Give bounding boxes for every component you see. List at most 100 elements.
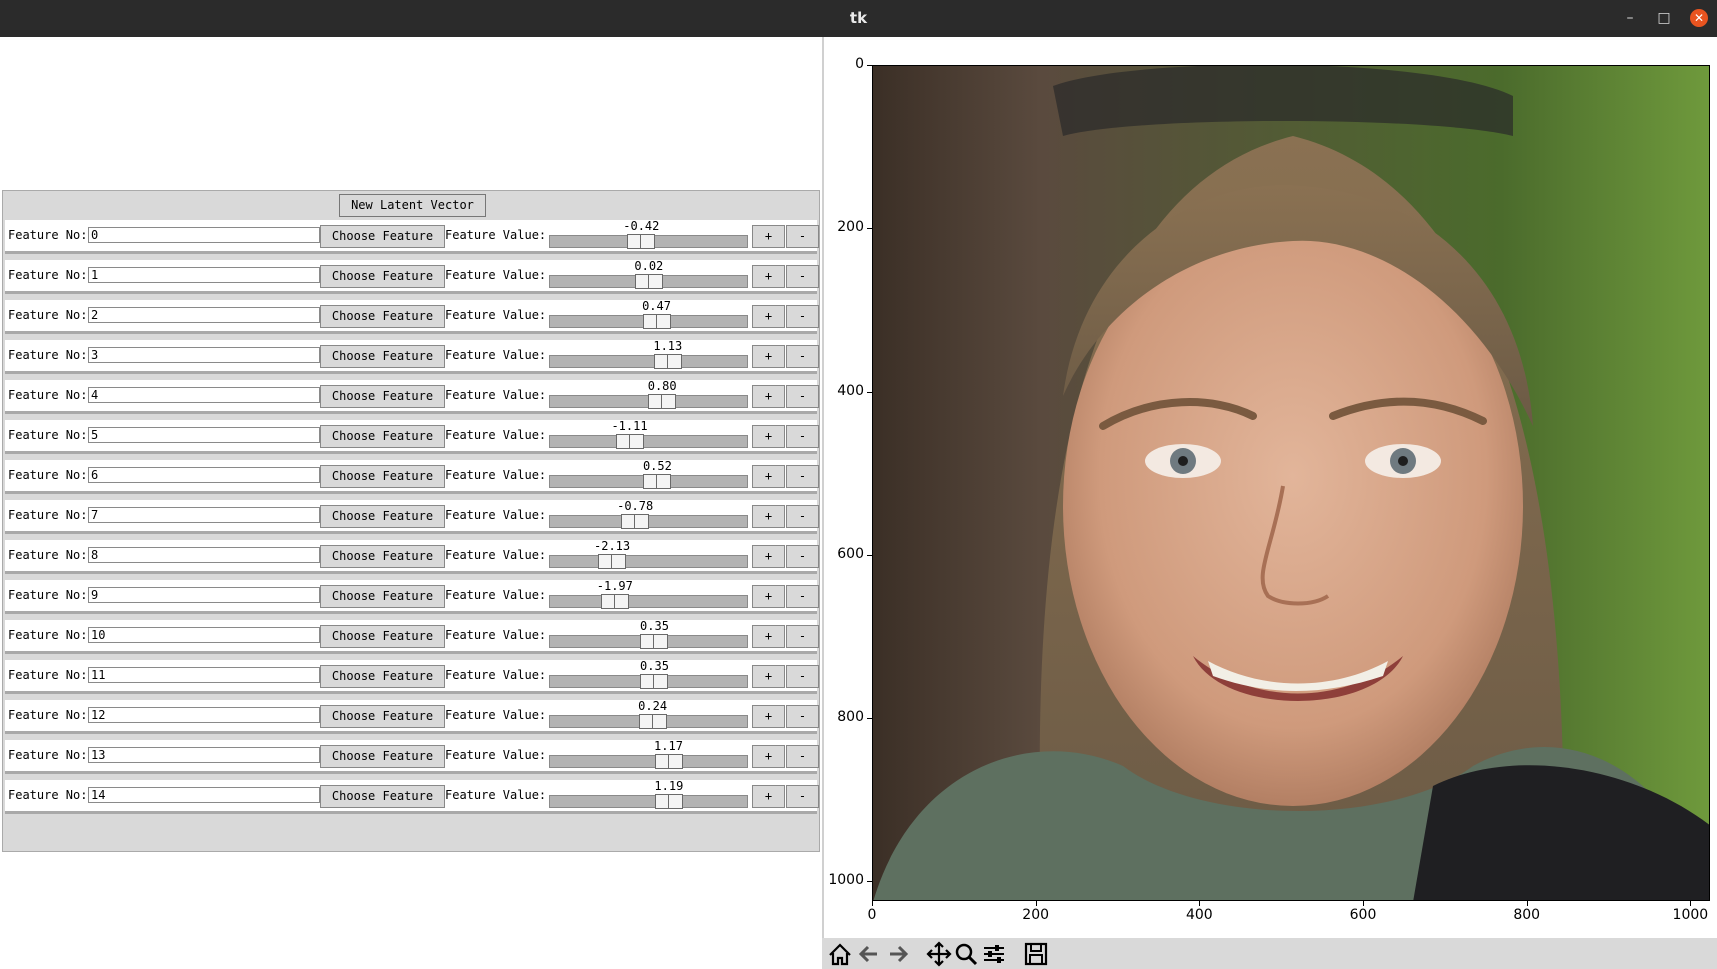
feature-value-scale[interactable]: 1.19 — [548, 780, 752, 811]
increment-button[interactable]: + — [752, 745, 785, 768]
increment-button[interactable]: + — [752, 625, 785, 648]
scale-trough[interactable] — [549, 555, 748, 568]
feature-value-scale[interactable]: 0.47 — [548, 300, 752, 331]
choose-feature-button[interactable]: Choose Feature — [320, 265, 445, 288]
feature-no-input[interactable]: 0 — [88, 227, 320, 243]
feature-no-input[interactable]: 10 — [88, 627, 320, 643]
increment-button[interactable]: + — [752, 425, 785, 448]
scale-trough[interactable] — [549, 595, 748, 608]
scale-slider-handle[interactable] — [640, 634, 669, 649]
scale-slider-handle[interactable] — [621, 514, 650, 529]
decrement-button[interactable]: - — [786, 385, 819, 408]
plot-axes[interactable] — [872, 65, 1710, 901]
decrement-button[interactable]: - — [786, 665, 819, 688]
scale-slider-handle[interactable] — [638, 714, 667, 729]
increment-button[interactable]: + — [752, 665, 785, 688]
decrement-button[interactable]: - — [786, 265, 819, 288]
choose-feature-button[interactable]: Choose Feature — [320, 425, 445, 448]
feature-value-scale[interactable]: 1.17 — [548, 740, 752, 771]
scale-slider-handle[interactable] — [648, 394, 677, 409]
choose-feature-button[interactable]: Choose Feature — [320, 225, 445, 248]
configure-subplots-icon[interactable] — [980, 940, 1008, 968]
scale-slider-handle[interactable] — [600, 594, 629, 609]
feature-no-input[interactable]: 12 — [88, 707, 320, 723]
home-icon[interactable] — [826, 940, 854, 968]
feature-no-input[interactable]: 5 — [88, 427, 320, 443]
decrement-button[interactable]: - — [786, 425, 819, 448]
decrement-button[interactable]: - — [786, 505, 819, 528]
pan-icon[interactable] — [925, 940, 953, 968]
scale-slider-handle[interactable] — [643, 474, 672, 489]
scale-slider-handle[interactable] — [615, 434, 644, 449]
choose-feature-button[interactable]: Choose Feature — [320, 745, 445, 768]
minimize-button[interactable]: – — [1621, 9, 1639, 27]
choose-feature-button[interactable]: Choose Feature — [320, 545, 445, 568]
feature-no-input[interactable]: 13 — [88, 747, 320, 763]
increment-button[interactable]: + — [752, 225, 785, 248]
scale-slider-handle[interactable] — [642, 314, 671, 329]
decrement-button[interactable]: - — [786, 745, 819, 768]
increment-button[interactable]: + — [752, 385, 785, 408]
increment-button[interactable]: + — [752, 785, 785, 808]
scale-slider-handle[interactable] — [634, 274, 663, 289]
decrement-button[interactable]: - — [786, 705, 819, 728]
decrement-button[interactable]: - — [786, 785, 819, 808]
forward-arrow-icon[interactable] — [884, 940, 912, 968]
save-icon[interactable] — [1022, 940, 1050, 968]
feature-no-input[interactable]: 3 — [88, 347, 320, 363]
decrement-button[interactable]: - — [786, 305, 819, 328]
feature-no-input[interactable]: 7 — [88, 507, 320, 523]
feature-value-scale[interactable]: 0.24 — [548, 700, 752, 731]
scale-slider-handle[interactable] — [598, 554, 627, 569]
increment-button[interactable]: + — [752, 265, 785, 288]
pane-divider[interactable] — [822, 37, 824, 969]
decrement-button[interactable]: - — [786, 345, 819, 368]
feature-value-scale[interactable]: 0.35 — [548, 660, 752, 691]
feature-value-scale[interactable]: -0.42 — [548, 220, 752, 251]
choose-feature-button[interactable]: Choose Feature — [320, 585, 445, 608]
maximize-button[interactable]: □ — [1655, 9, 1673, 27]
feature-no-input[interactable]: 6 — [88, 467, 320, 483]
choose-feature-button[interactable]: Choose Feature — [320, 665, 445, 688]
feature-no-input[interactable]: 11 — [88, 667, 320, 683]
feature-value-scale[interactable]: -0.78 — [548, 500, 752, 531]
scale-trough[interactable] — [549, 355, 748, 368]
increment-button[interactable]: + — [752, 465, 785, 488]
feature-value-scale[interactable]: 1.13 — [548, 340, 752, 371]
feature-no-input[interactable]: 1 — [88, 267, 320, 283]
choose-feature-button[interactable]: Choose Feature — [320, 385, 445, 408]
increment-button[interactable]: + — [752, 305, 785, 328]
feature-value-scale[interactable]: -1.11 — [548, 420, 752, 451]
choose-feature-button[interactable]: Choose Feature — [320, 305, 445, 328]
close-button[interactable]: ✕ — [1690, 9, 1708, 27]
increment-button[interactable]: + — [752, 545, 785, 568]
new-latent-vector-button[interactable]: New Latent Vector — [339, 194, 486, 217]
scale-slider-handle[interactable] — [654, 794, 683, 809]
feature-value-scale[interactable]: 0.35 — [548, 620, 752, 651]
feature-value-scale[interactable]: -1.97 — [548, 580, 752, 611]
back-arrow-icon[interactable] — [855, 940, 883, 968]
choose-feature-button[interactable]: Choose Feature — [320, 625, 445, 648]
scale-slider-handle[interactable] — [653, 354, 682, 369]
feature-no-input[interactable]: 4 — [88, 387, 320, 403]
choose-feature-button[interactable]: Choose Feature — [320, 465, 445, 488]
decrement-button[interactable]: - — [786, 545, 819, 568]
scale-trough[interactable] — [549, 795, 748, 808]
feature-no-input[interactable]: 8 — [88, 547, 320, 563]
decrement-button[interactable]: - — [786, 625, 819, 648]
choose-feature-button[interactable]: Choose Feature — [320, 785, 445, 808]
decrement-button[interactable]: - — [786, 465, 819, 488]
feature-value-scale[interactable]: 0.52 — [548, 460, 752, 491]
choose-feature-button[interactable]: Choose Feature — [320, 345, 445, 368]
scale-slider-handle[interactable] — [654, 754, 683, 769]
decrement-button[interactable]: - — [786, 225, 819, 248]
feature-value-scale[interactable]: 0.02 — [548, 260, 752, 291]
increment-button[interactable]: + — [752, 585, 785, 608]
scale-trough[interactable] — [549, 755, 748, 768]
choose-feature-button[interactable]: Choose Feature — [320, 505, 445, 528]
increment-button[interactable]: + — [752, 345, 785, 368]
scale-slider-handle[interactable] — [640, 674, 669, 689]
zoom-icon[interactable] — [952, 940, 980, 968]
feature-no-input[interactable]: 2 — [88, 307, 320, 323]
increment-button[interactable]: + — [752, 505, 785, 528]
